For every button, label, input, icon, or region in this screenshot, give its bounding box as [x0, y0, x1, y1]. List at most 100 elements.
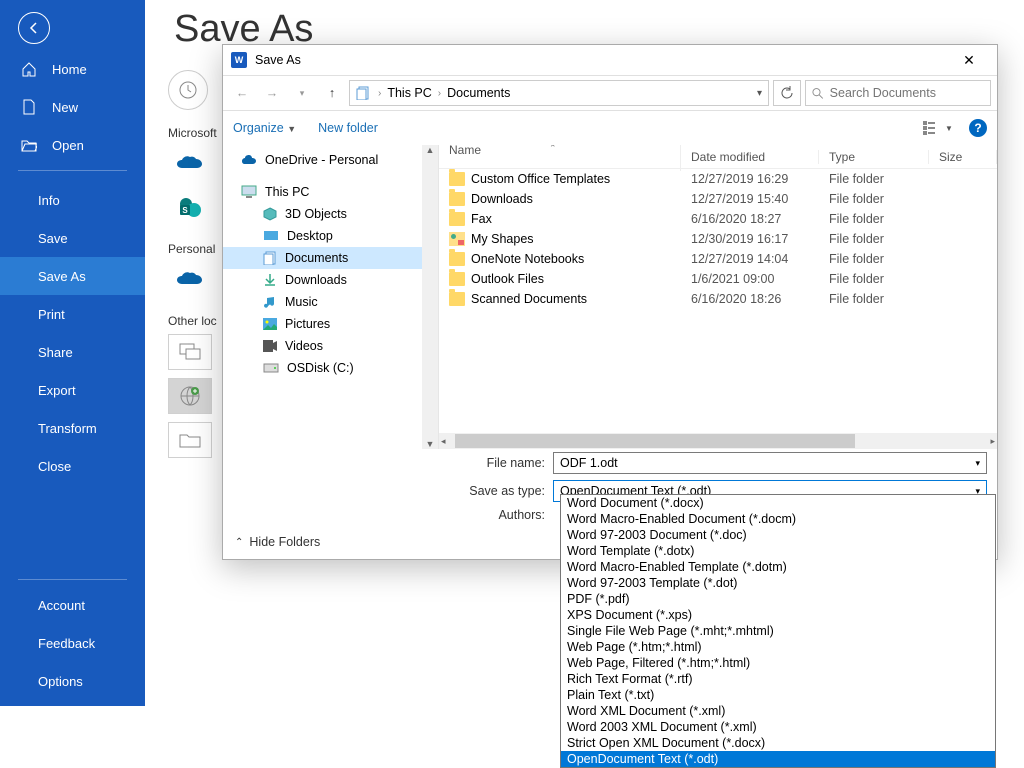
sidebar-item-save[interactable]: Save [0, 219, 145, 257]
sidebar-item-close[interactable]: Close [0, 447, 145, 485]
tree-item-downloads[interactable]: Downloads [223, 269, 438, 291]
organize-button[interactable]: Organize ▼ [233, 121, 296, 135]
col-size[interactable]: Size [929, 150, 997, 164]
tree-item-videos[interactable]: Videos [223, 335, 438, 357]
recent-icon[interactable] [168, 70, 208, 110]
type-option[interactable]: Word Macro-Enabled Template (*.dotm) [561, 559, 995, 575]
music-icon [263, 295, 277, 309]
type-option[interactable]: Rich Text Format (*.rtf) [561, 671, 995, 687]
filename-label: File name: [223, 456, 545, 470]
tree-item-desktop[interactable]: Desktop [223, 225, 438, 247]
tree-item-music[interactable]: Music [223, 291, 438, 313]
sidebar-item-feedback[interactable]: Feedback [0, 624, 145, 662]
type-option[interactable]: Web Page (*.htm;*.html) [561, 639, 995, 655]
type-option[interactable]: Word 97-2003 Document (*.doc) [561, 527, 995, 543]
tree-item-pictures[interactable]: Pictures [223, 313, 438, 335]
col-name[interactable]: Name [439, 145, 681, 171]
nav-recent-button[interactable]: ▾ [289, 80, 315, 106]
type-option[interactable]: XPS Document (*.xps) [561, 607, 995, 623]
view-options-button[interactable]: ▼ [921, 117, 955, 139]
file-type: File folder [819, 252, 929, 266]
file-name: Scanned Documents [471, 292, 587, 306]
sidebar-item-share[interactable]: Share [0, 333, 145, 371]
file-row[interactable]: Fax6/16/2020 18:27File folder [439, 209, 997, 229]
back-button[interactable] [18, 12, 50, 44]
sidebar-item-account[interactable]: Account [0, 586, 145, 624]
tree-scrollbar[interactable]: ▲▼ [422, 145, 438, 449]
onedrive-icon[interactable] [168, 146, 212, 182]
breadcrumb-part[interactable]: This PC [387, 86, 431, 100]
nav-back-button[interactable]: ← [229, 80, 255, 106]
chevron-up-icon: ⌃ [235, 537, 243, 548]
sidebar-item-new[interactable]: New [0, 88, 145, 126]
type-option[interactable]: Word Document (*.docx) [561, 495, 995, 511]
sidebar-item-export[interactable]: Export [0, 371, 145, 409]
sidebar-item-save-as[interactable]: Save As [0, 257, 145, 295]
type-option[interactable]: Strict Open XML Document (*.docx) [561, 735, 995, 751]
col-type[interactable]: Type [819, 150, 929, 164]
tree-item-osdisk-c-[interactable]: OSDisk (C:) [223, 357, 438, 379]
file-row[interactable]: My Shapes12/30/2019 16:17File folder [439, 229, 997, 249]
type-option[interactable]: OpenDocument Text (*.odt) [561, 751, 995, 767]
new-folder-button[interactable]: New folder [318, 121, 378, 135]
sidebar-separator [18, 170, 127, 171]
file-row[interactable]: Outlook Files1/6/2021 09:00File folder [439, 269, 997, 289]
sidebar-item-options[interactable]: Options [0, 662, 145, 700]
file-date: 6/16/2020 18:27 [681, 212, 819, 226]
tree-item-this-pc[interactable]: This PC [223, 181, 438, 203]
vids-icon [263, 340, 277, 352]
chevron-down-icon[interactable]: ▾ [757, 88, 762, 99]
search-input[interactable] [830, 86, 984, 100]
file-row[interactable]: OneNote Notebooks12/27/2019 14:04File fo… [439, 249, 997, 269]
filename-field[interactable]: ODF 1.odt ▾ [553, 452, 987, 474]
type-option[interactable]: Plain Text (*.txt) [561, 687, 995, 703]
tree-item-onedrive-personal[interactable]: OneDrive - Personal [223, 149, 438, 171]
sidebar-item-transform[interactable]: Transform [0, 409, 145, 447]
dialog-title: Save As [255, 53, 301, 67]
nav-up-button[interactable]: ↑ [319, 80, 345, 106]
file-name: Outlook Files [471, 272, 544, 286]
shapes-folder-icon [449, 232, 465, 246]
type-option[interactable]: PDF (*.pdf) [561, 591, 995, 607]
col-date[interactable]: Date modified [681, 150, 819, 164]
sidebar-label: Save [38, 231, 68, 246]
close-button[interactable]: ✕ [949, 52, 989, 69]
type-option[interactable]: Word 97-2003 Template (*.dot) [561, 575, 995, 591]
search-box[interactable] [805, 80, 991, 106]
folder-icon [449, 292, 465, 306]
type-option[interactable]: Word Template (*.dotx) [561, 543, 995, 559]
sharepoint-icon[interactable]: S [168, 190, 212, 226]
sidebar-item-home[interactable]: Home [0, 50, 145, 88]
tree-item-3d-objects[interactable]: 3D Objects [223, 203, 438, 225]
type-option[interactable]: Word 2003 XML Document (*.xml) [561, 719, 995, 735]
tree-item-documents[interactable]: Documents [223, 247, 438, 269]
onedrive-personal-icon[interactable] [168, 262, 212, 298]
type-option[interactable]: Single File Web Page (*.mht;*.mhtml) [561, 623, 995, 639]
refresh-button[interactable] [773, 80, 801, 106]
file-row[interactable]: Custom Office Templates12/27/2019 16:29F… [439, 169, 997, 189]
save-as-dialog: W Save As ✕ ← → ▾ ↑ › This PC › Document… [222, 44, 998, 560]
sidebar-item-open[interactable]: Open [0, 126, 145, 164]
chevron-down-icon[interactable]: ▾ [975, 458, 980, 469]
this-pc-icon[interactable] [168, 334, 212, 370]
help-button[interactable]: ? [969, 119, 987, 137]
chevron-right-icon: › [438, 88, 441, 99]
type-option[interactable]: Web Page, Filtered (*.htm;*.html) [561, 655, 995, 671]
dialog-titlebar: W Save As ✕ [223, 45, 997, 75]
address-bar[interactable]: › This PC › Documents ▾ [349, 80, 769, 106]
nav-forward-button[interactable]: → [259, 80, 285, 106]
tree-label: Pictures [285, 317, 330, 331]
breadcrumb-part[interactable]: Documents [447, 86, 510, 100]
type-option[interactable]: Word XML Document (*.xml) [561, 703, 995, 719]
type-option[interactable]: Word Macro-Enabled Document (*.docm) [561, 511, 995, 527]
folder-icon [449, 172, 465, 186]
horizontal-scrollbar[interactable]: ◂▸ [439, 433, 997, 449]
sidebar-item-print[interactable]: Print [0, 295, 145, 333]
sidebar-item-info[interactable]: Info [0, 181, 145, 219]
file-row[interactable]: Downloads12/27/2019 15:40File folder [439, 189, 997, 209]
file-row[interactable]: Scanned Documents6/16/2020 18:26File fol… [439, 289, 997, 309]
add-place-icon[interactable] [168, 378, 212, 414]
browse-icon[interactable] [168, 422, 212, 458]
hide-folders-button[interactable]: ⌃ Hide Folders [235, 535, 320, 549]
sidebar-label: Home [52, 62, 87, 77]
